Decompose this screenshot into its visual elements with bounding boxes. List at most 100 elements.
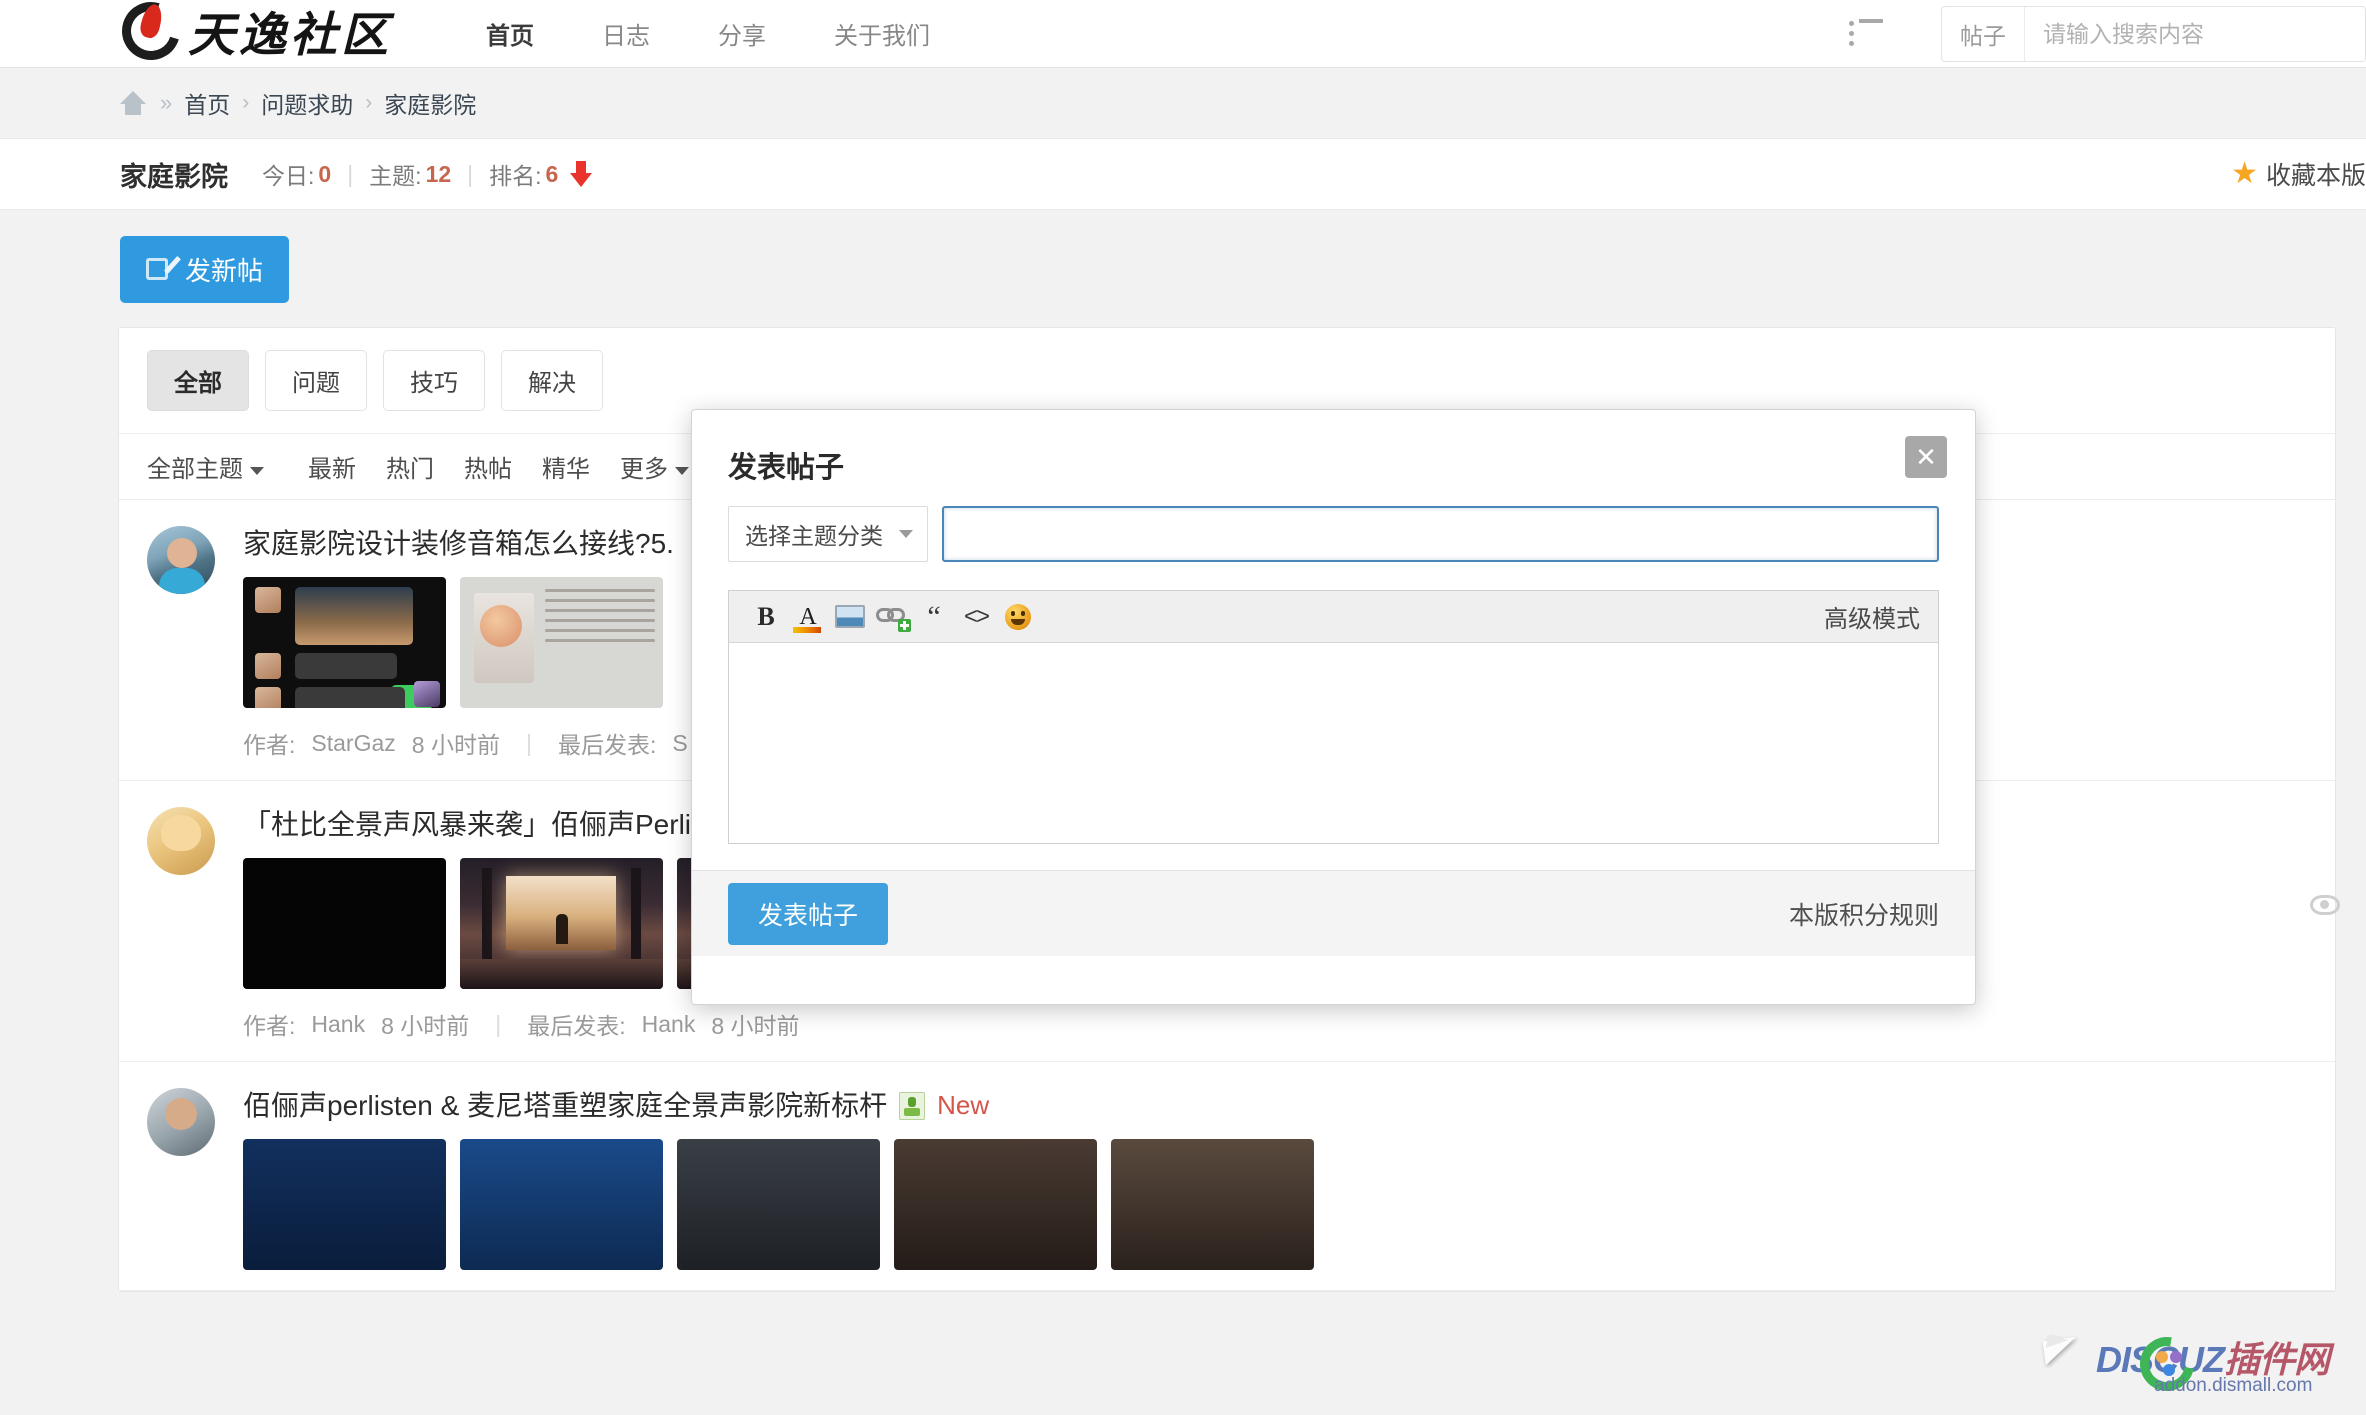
last-post-author[interactable]: S [672,730,687,757]
modal-form-row: 选择主题分类 [692,486,1975,562]
breadcrumb-sep: › [242,91,249,115]
close-icon[interactable]: ✕ [1905,436,1947,478]
topics-value: 12 [426,161,452,188]
nav-item-about[interactable]: 关于我们 [800,0,964,68]
thread-category-label: 选择主题分类 [745,517,883,551]
last-post-author[interactable]: Hank [642,1011,696,1038]
site-header: 天逸社区 首页 日志 分享 关于我们 帖子 [0,0,2366,68]
thread-meta: 作者: Hank 8 小时前 | 最后发表: Hank 8 小时前 [243,1007,2307,1041]
author-label: 作者: [243,1007,295,1041]
today-label: 今日: [262,157,314,191]
thread-title-text: 家庭影院设计装修音箱怎么接线?5. [243,526,674,561]
emoji-icon[interactable] [997,598,1039,636]
thumbnail[interactable] [1111,1139,1314,1270]
search-box[interactable]: 帖子 [1941,6,2366,62]
avatar[interactable] [147,1088,215,1156]
quote-icon[interactable]: “ [913,598,955,636]
star-icon: ★ [2231,159,2258,189]
favorite-forum-button[interactable]: ★ 收藏本版 [2231,156,2366,192]
code-icon[interactable]: <> [955,598,997,636]
home-icon[interactable] [120,91,146,115]
new-post-button[interactable]: 发新帖 [120,236,289,303]
author-name[interactable]: StarGaz [311,730,395,757]
forum-stats: 今日: 0 | 主题: 12 | 排名: 6 [262,157,592,191]
logo-text: 天逸社区 [188,0,392,65]
forum-title-bar: 家庭影院 今日: 0 | 主题: 12 | 排名: 6 ★ 收藏本版 [0,138,2366,210]
credit-rules-link[interactable]: 本版积分规则 [1789,896,1939,932]
editor-content-area[interactable] [729,643,1938,843]
chevron-down-icon [675,467,689,475]
rank-value: 6 [546,161,559,188]
forum-name: 家庭影院 [120,155,228,194]
submit-thread-button[interactable]: 发表帖子 [728,883,888,945]
last-post-time: 8 小时前 [711,1007,799,1041]
sort-hot-threads[interactable]: 热帖 [464,449,512,484]
new-post-area: 发新帖 [0,210,2366,303]
logo-mark-icon [120,0,182,62]
bold-icon[interactable]: B [745,598,787,636]
new-post-label: 发新帖 [185,251,263,288]
cursor-icon [2042,1337,2079,1365]
sort-hot[interactable]: 热门 [386,449,434,484]
thread-row[interactable]: 佰俪声perlisten & 麦尼塔重塑家庭全景声影院新标杆 New [119,1062,2335,1291]
thumbnail[interactable] [243,858,446,989]
sort-all-topics[interactable]: 全部主题 [147,449,264,484]
stat-divider: | [347,161,353,188]
image-icon[interactable] [829,598,871,636]
thread-subject-input[interactable] [942,506,1939,562]
nav-item-blog[interactable]: 日志 [568,0,684,68]
author-name[interactable]: Hank [311,1011,365,1038]
main-nav: 首页 日志 分享 关于我们 [452,0,964,68]
thumbnail[interactable] [460,1139,663,1270]
filter-chip-all[interactable]: 全部 [147,350,249,411]
site-logo[interactable]: 天逸社区 [120,0,392,65]
avatar[interactable] [147,526,215,594]
thread-title[interactable]: 佰俪声perlisten & 麦尼塔重塑家庭全景声影院新标杆 New [243,1088,2307,1123]
modal-footer: 发表帖子 本版积分规则 [692,870,1975,956]
thread-category-select[interactable]: 选择主题分类 [728,506,928,562]
thumbnail[interactable] [894,1139,1097,1270]
list-menu-icon[interactable] [1849,19,1883,49]
font-color-icon[interactable]: A [787,598,829,636]
pencil-square-icon [146,256,173,283]
thread-editor: B A “ <> 高级模式 [728,590,1939,844]
attachment-icon [899,1092,925,1120]
nav-item-share[interactable]: 分享 [684,0,800,68]
thumbnail[interactable] [460,858,663,989]
author-time: 8 小时前 [381,1007,469,1041]
modal-header: 发表帖子 ✕ [692,410,1975,486]
last-post-label: 最后发表: [558,726,656,760]
editor-toolbar: B A “ <> 高级模式 [729,591,1938,643]
search-scope-select[interactable]: 帖子 [1942,7,2025,61]
sort-more[interactable]: 更多 [620,449,689,484]
down-arrow-icon [570,161,592,187]
filter-chip-question[interactable]: 问题 [265,350,367,411]
breadcrumb-item-home[interactable]: 首页 [184,86,230,120]
chevron-down-icon [899,530,913,538]
breadcrumb-item-help[interactable]: 问题求助 [261,86,353,120]
search-input[interactable] [2025,7,2365,61]
thread-body: 佰俪声perlisten & 麦尼塔重塑家庭全景声影院新标杆 New [243,1088,2307,1270]
thumbnail[interactable] [677,1139,880,1270]
topics-label: 主题: [369,157,421,191]
sort-newest[interactable]: 最新 [308,449,356,484]
thumbnail[interactable] [243,1139,446,1270]
thumbnail[interactable] [460,577,663,708]
last-post-label: 最后发表: [527,1007,625,1041]
rank-label: 排名: [489,157,541,191]
watermark: DISCUZ插件网 addon.dismall.com [2044,1321,2344,1407]
filter-chip-tips[interactable]: 技巧 [383,350,485,411]
today-value: 0 [318,161,331,188]
advanced-mode-link[interactable]: 高级模式 [1824,599,1920,634]
link-icon[interactable] [871,598,913,636]
nav-item-home[interactable]: 首页 [452,0,568,68]
avatar[interactable] [147,807,215,875]
thumbnail[interactable] [243,577,446,708]
filter-chip-solved[interactable]: 解决 [501,350,603,411]
thread-thumbnails [243,1139,2307,1270]
post-thread-modal: 发表帖子 ✕ 选择主题分类 B A “ <> 高级模式 [691,409,1976,1005]
author-label: 作者: [243,726,295,760]
sort-digest[interactable]: 精华 [542,449,590,484]
watermark-url: addon.dismall.com [2154,1375,2312,1397]
meta-divider: | [495,1011,501,1038]
